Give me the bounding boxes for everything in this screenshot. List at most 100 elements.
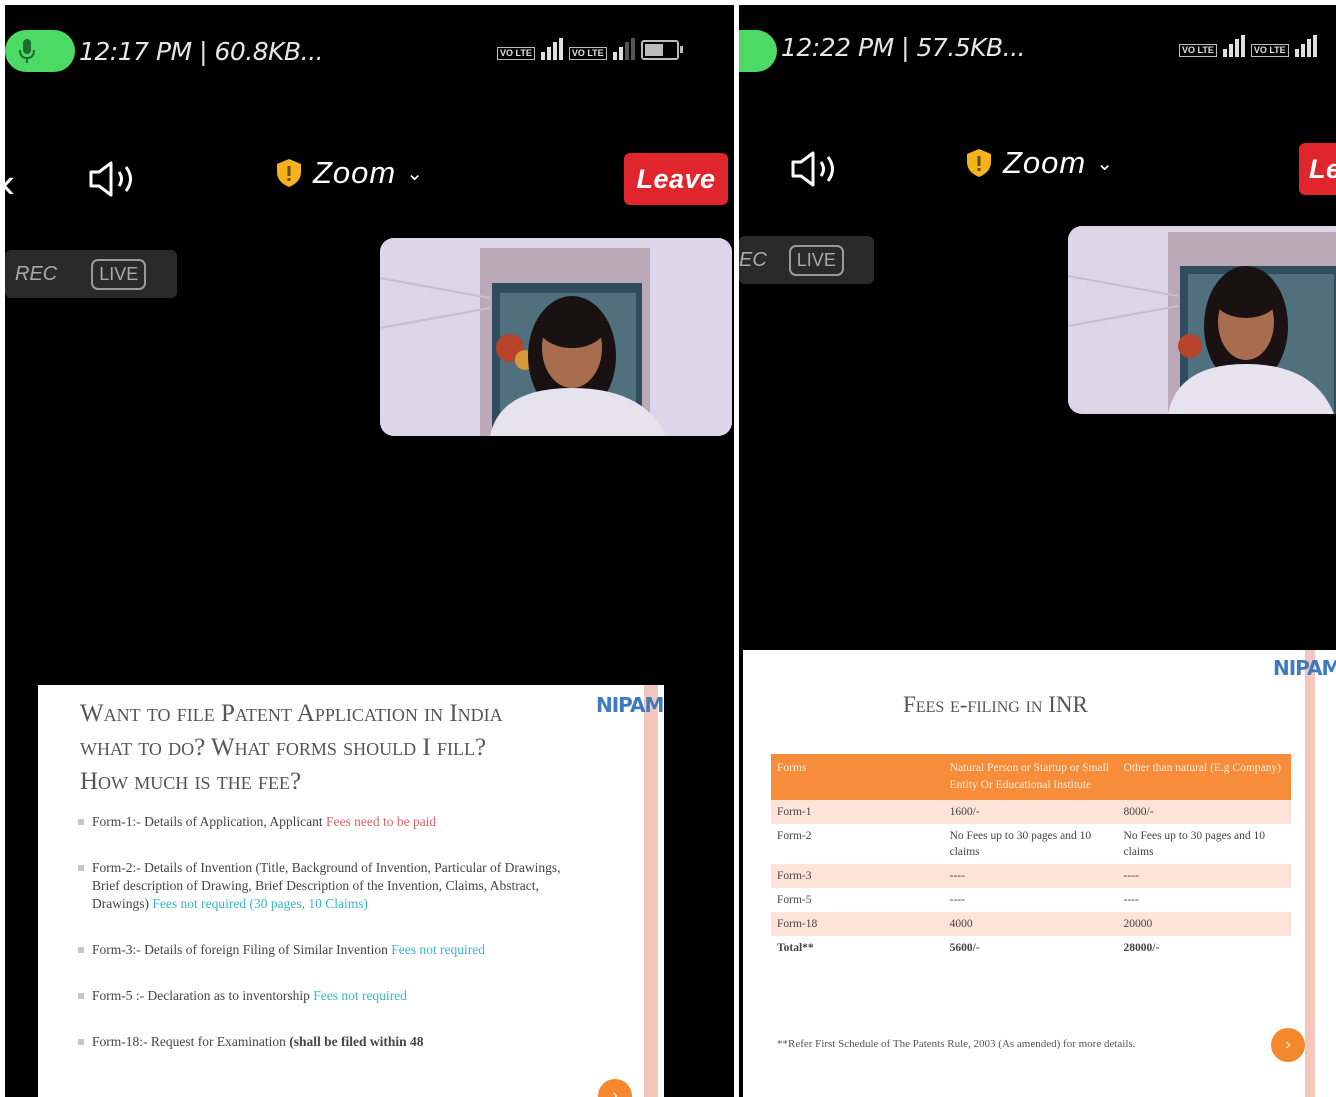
status-bar: 12:22 PM | 57.5KB... VO LTE VO LTE [739,5,1336,95]
zoom-title-dropdown[interactable]: Zoom ⌄ [275,155,423,191]
signal-bars-icon [1222,35,1245,57]
mic-indicator[interactable] [5,30,75,72]
arrow-icon: › [1285,1036,1291,1053]
signal-bars-icon-2 [1294,35,1317,57]
bullet-form-5: Form-5 :- Declaration as to inventorship… [78,987,588,1005]
table-row: Form-2 No Fees up to 30 pages and 10 cla… [771,824,1291,864]
live-badge: LIVE [91,258,147,290]
slide-footnote: **Refer First Schedule of The Patents Ru… [777,1038,1136,1050]
slide-side-stripe [644,685,658,1097]
battery-icon [640,40,683,60]
speaker-icon[interactable] [87,159,141,199]
table-cell: 1600/- [943,800,1118,824]
bullet-note: Fees need to be paid [325,814,437,829]
table-cell: No Fees up to 30 pages and 10 claims [943,824,1118,864]
participant-video-image [380,238,732,436]
table-cell: ---- [1117,864,1291,888]
bullet-form-18: Form-18:- Request for Examination (shall… [78,1033,588,1051]
bullet-form-3: Form-3:- Details of foreign Filing of Si… [78,941,588,959]
signal-indicators: VO LTE VO LTE [1179,35,1317,57]
table-cell: 5600/- [943,936,1118,960]
arrow-icon: › [612,1087,618,1097]
header-cell: Forms [771,754,944,800]
volte-badge: VO LTE [1179,44,1217,57]
table-cell: 4000 [943,912,1118,936]
slide-title-line-3: How much is the fee? [80,768,302,795]
rec-badge: REC [15,262,58,285]
rec-live-badges: REC LIVE [5,250,177,298]
table-cell: No Fees up to 30 pages and 10 claims [1117,824,1291,864]
status-time: 12:22 PM | 57.5KB... [781,33,1026,62]
table-cell: 20000 [1117,912,1291,936]
table-cell: ---- [943,864,1118,888]
slide-next-button[interactable]: › [1271,1028,1305,1062]
rec-badge: EC [739,248,767,271]
header-cell: Natural Person or Startup or Small Entit… [943,754,1118,800]
signal-bars-icon [540,38,563,60]
participant-video[interactable] [380,238,732,436]
volte-badge-2: VO LTE [568,47,607,60]
bullet-text: Form-3:- Details of foreign Filing of Si… [92,942,392,957]
bullet-text: Form-5 :- Declaration as to inventorship [92,988,314,1003]
table-row: Form-1 1600/- 8000/- [771,800,1291,824]
leave-button[interactable]: Le [1299,143,1336,195]
bullet-form-1: Form-1:- Details of Application, Applica… [78,813,588,831]
shield-icon [277,159,301,187]
mic-indicator[interactable] [739,30,777,72]
nipam-logo: NIPAM [1273,656,1336,680]
table-cell: ---- [1117,888,1291,912]
table-row: Form-3 ---- ---- [771,864,1291,888]
bullet-bold: (shall be filed within 48 [289,1034,424,1049]
speaker-icon[interactable] [789,149,843,189]
signal-bars-icon-2 [612,38,635,60]
table-cell: Form-3 [771,864,944,888]
form-bullet-list: Form-1:- Details of Application, Applica… [78,813,588,1079]
table-cell: Form-1 [771,800,944,824]
zoom-title-dropdown[interactable]: Zoom ⌄ [965,145,1113,181]
signal-indicators: VO LTE VO LTE [497,38,683,60]
table-row: Form-18 4000 20000 [771,912,1291,936]
fees-table: Forms Natural Person or Startup or Small… [771,754,1291,960]
bullet-form-2: Form-2:- Details of Invention (Title, Ba… [78,859,588,913]
table-cell: Total** [771,936,944,960]
mic-icon [19,39,35,63]
meeting-toolbar: Zoom ⌄ Le [739,135,1336,205]
table-cell: Form-2 [771,824,944,864]
table-row: Form-5 ---- ---- [771,888,1291,912]
bullet-note: Fees not required (30 pages, 10 Claims) [152,896,368,911]
participant-video[interactable] [1068,226,1336,414]
bullet-note: Fees not required [391,942,485,957]
left-screenshot: 12:17 PM | 60.8KB... VO LTE VO LTE ‹ Zoo… [5,5,734,1097]
shared-slide-right: NIPAM Fees e-filing in INR Forms Natural… [743,650,1336,1097]
chevron-down-icon: ⌄ [406,162,424,185]
bullet-note: Fees not required [313,988,407,1003]
back-chevron-icon[interactable]: ‹ [5,159,15,207]
volte-badge-2: VO LTE [1250,44,1289,57]
live-badge: LIVE [788,244,844,276]
slide-title-line-1: Want to file Patent Application in India [80,700,503,727]
table-cell: Form-18 [771,912,944,936]
table-cell: 28000/- [1117,936,1291,960]
table-cell: 8000/- [1117,800,1291,824]
table-row-total: Total** 5600/- 28000/- [771,936,1291,960]
table-cell: Form-5 [771,888,944,912]
volte-badge: VO LTE [497,47,535,60]
participant-video-image [1068,226,1336,414]
bullet-text: Form-18:- Request for Examination [92,1034,290,1049]
nipam-logo: NIPAM [596,693,664,717]
slide-title-line-2: what to do? What forms should I fill? [80,734,487,761]
header-cell: Other than natural (E.g Company) [1117,754,1291,800]
slide-title: Fees e-filing in INR [903,692,1088,717]
slide-title: Want to file Patent Application in India… [80,697,600,799]
table-cell: ---- [943,888,1118,912]
status-time: 12:17 PM | 60.8KB... [79,37,324,66]
app-title: Zoom [1003,145,1087,180]
shield-icon [967,149,991,177]
rec-live-badges: EC LIVE [739,236,874,284]
shared-slide-left: NIPAM Want to file Patent Application in… [38,685,664,1097]
meeting-toolbar: ‹ Zoom ⌄ Leave [5,145,734,215]
app-title: Zoom [313,155,397,190]
leave-button[interactable]: Leave [624,153,728,205]
slide-next-button[interactable]: › [598,1079,632,1097]
slide-side-stripe [1305,650,1315,1097]
